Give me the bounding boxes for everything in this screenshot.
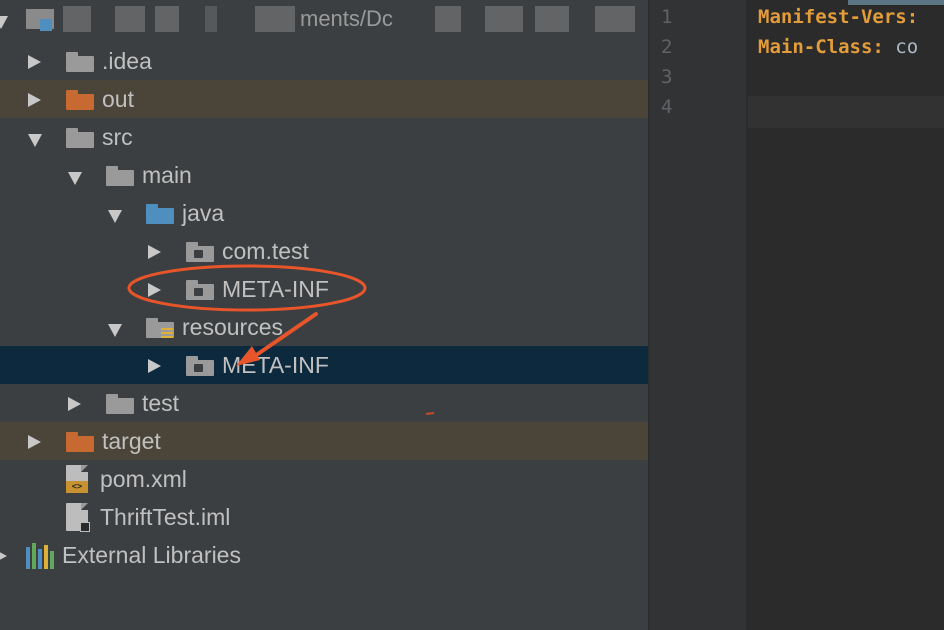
tree-row[interactable]: java [0,194,648,232]
libraries-icon [26,543,56,569]
chevron-right-icon[interactable] [28,435,41,449]
tree-item-label: resources [182,314,283,340]
resources-folder-icon [146,318,174,338]
line-number: 1 [661,6,673,28]
folder-icon [106,394,134,414]
project-tree: ments/Dc .idea out src main java com.test META… [0,0,648,630]
code-line: Main-Class: co [758,36,918,66]
tree-item-label: .idea [102,48,152,74]
current-line-highlight [748,96,944,128]
tree-row[interactable]: main [0,156,648,194]
tree-item-label: ThriftTest.iml [100,504,231,530]
tree-item-label: test [142,390,180,416]
line-number: 3 [661,66,673,88]
folder-icon [66,128,94,148]
tree-row[interactable]: ThriftTest.iml [0,498,648,536]
tree-row[interactable]: resources [0,308,648,346]
chevron-right-icon[interactable] [148,283,161,297]
line-number: 2 [661,36,673,58]
tree-item-label: pom.xml [100,466,187,492]
package-folder-icon [186,242,214,262]
manifest-key: Main-Class: [758,36,884,58]
tree-item-label: External Libraries [62,542,241,568]
tree-row[interactable]: External Libraries [0,536,648,574]
excluded-folder-icon [66,432,94,452]
tree-row[interactable]: com.test [0,232,648,270]
tree-row[interactable]: target [0,422,648,460]
source-folder-icon [146,204,174,224]
tree-row[interactable]: META-INF [0,346,648,384]
tree-item-label: out [102,86,134,112]
manifest-editor[interactable]: Manifest-Vers: Main-Class: co [748,0,944,630]
tree-item-label: target [102,428,161,454]
line-number: 4 [661,96,673,118]
editor-tab-indicator [848,0,944,5]
chevron-right-icon[interactable] [148,359,161,373]
package-folder-icon [186,280,214,300]
chevron-right-icon[interactable] [28,55,41,69]
module-icon [26,9,54,31]
chevron-right-icon[interactable] [28,93,41,107]
package-folder-icon [186,356,214,376]
tree-row[interactable]: test [0,384,648,422]
tree-row[interactable]: .idea [0,42,648,80]
chevron-down-icon[interactable] [108,210,122,223]
chevron-down-icon[interactable] [108,324,122,337]
module-file-icon [66,503,90,532]
tree-row[interactable]: <> pom.xml [0,460,648,498]
tree-row[interactable]: src [0,118,648,156]
tree-item-label: java [182,200,225,226]
manifest-key: Manifest-Vers: [758,6,919,28]
tree-item-label: src [102,124,133,150]
chevron-right-icon[interactable] [68,397,81,411]
chevron-right-icon[interactable] [0,549,7,563]
tree-item-label: main [142,162,192,188]
chevron-down-icon[interactable] [68,172,82,185]
code-line: Manifest-Vers: [758,6,918,36]
manifest-value: co [883,36,919,58]
folder-icon [106,166,134,186]
project-root-row[interactable]: ments/Dc [0,0,648,38]
chevron-down-icon[interactable] [0,16,8,29]
tree-item-label: META-INF [222,352,329,378]
chevron-down-icon[interactable] [28,134,42,147]
tree-row[interactable]: out [0,80,648,118]
tree-item-label: com.test [222,238,309,264]
project-path-label: ments/Dc [300,6,393,31]
editor-gutter: 1 2 3 4 [648,0,748,630]
chevron-right-icon[interactable] [148,245,161,259]
xml-file-icon: <> [66,465,88,493]
tree-row[interactable]: META-INF [0,270,648,308]
excluded-folder-icon [66,90,94,110]
tree-item-label: META-INF [222,276,329,302]
folder-icon [66,52,94,72]
